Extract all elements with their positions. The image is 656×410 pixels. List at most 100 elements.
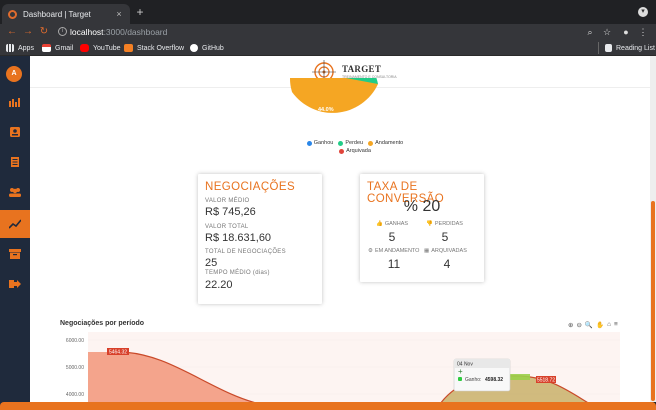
dashboard-content: TARGET TREINAMENTO E CONSULTORIA 20.0% 4… <box>30 56 650 402</box>
bookmark-label: Gmail <box>55 44 74 52</box>
window-menu-icon[interactable]: ▾ <box>638 7 648 17</box>
arquivadas-label-text: ARQUIVADAS <box>431 248 467 254</box>
bookmark-label: GitHub <box>202 44 224 52</box>
reading-list-label: Reading List <box>616 44 655 52</box>
tooltip-value: 4598.32 <box>485 377 503 383</box>
pie-label-andamento: 44.0% <box>318 107 334 113</box>
sidebar-item-trends[interactable] <box>0 210 30 238</box>
perdidas-label: 👎 PERDIDAS <box>426 221 463 227</box>
total-negociacoes-value: 25 <box>205 257 218 269</box>
bookmark-gmail[interactable]: Gmail <box>42 42 73 54</box>
pie-slice-andamento <box>292 78 378 113</box>
bookmark-stackoverflow[interactable]: Stack Overflow <box>124 42 184 54</box>
sidebar-item-users[interactable] <box>0 178 30 206</box>
sidebar-item-documents[interactable] <box>0 148 30 176</box>
bookmark-github[interactable]: GitHub <box>190 42 224 54</box>
avatar[interactable]: A <box>6 66 22 82</box>
negociacoes-title: NEGOCIAÇÕES <box>205 181 296 193</box>
pie-legend: Ganhou Perdeu Andamento Arquivada <box>290 140 420 156</box>
thumbs-down-icon: 👎 <box>426 221 433 227</box>
data-label-right: 5518.72 <box>537 378 555 384</box>
bookmark-label: Stack Overflow <box>137 44 185 52</box>
tooltip-series: Ganho: <box>465 377 481 383</box>
bottom-accent-bar <box>0 402 656 410</box>
apps-grid-icon <box>6 44 14 52</box>
pan-icon[interactable]: ✋ <box>596 321 604 329</box>
bookmark-apps[interactable]: Apps <box>6 42 34 54</box>
tab-title: Dashboard | Target <box>23 9 91 19</box>
new-tab-button[interactable]: + <box>134 5 146 19</box>
browser-menu-icon[interactable]: ⋮ <box>637 26 649 38</box>
app-sidebar: A <box>0 56 30 410</box>
url-host: localhost <box>70 27 104 37</box>
pie-label-perdeu: 20.0% <box>380 88 396 94</box>
ganhas-label: 👍 GANHAS <box>376 221 408 227</box>
chart-menu-icon[interactable]: ≡ <box>614 321 618 329</box>
cogs-icon: ⚙ <box>368 248 373 254</box>
sidebar-item-contacts[interactable] <box>0 118 30 146</box>
tempo-medio-label: TEMPO MÉDIO (dias) <box>205 270 270 276</box>
zoom-in-icon[interactable]: ⊕ <box>568 321 573 329</box>
browser-toolbar: ← → ↻ i localhost:3000/dashboard ⌕ ☆ ● ⋮ <box>0 24 656 40</box>
ganhas-label-text: GANHAS <box>384 221 409 227</box>
valor-total-value: R$ 18.631,60 <box>205 232 272 244</box>
sidebar-item-dashboard[interactable] <box>0 88 30 116</box>
pie-slice-andamento-edge <box>290 78 292 92</box>
ganhas-value: 5 <box>388 230 396 244</box>
valor-medio-value: R$ 745,26 <box>205 206 256 218</box>
legend-dot <box>306 140 312 146</box>
browser-tab[interactable]: Dashboard | Target × <box>2 4 130 24</box>
site-info-icon[interactable]: i <box>58 27 67 36</box>
reset-zoom-icon[interactable]: ⌂ <box>607 321 611 329</box>
legend-item-arquivada[interactable]: Arquivada <box>339 148 371 154</box>
target-favicon-icon <box>8 9 17 19</box>
bookmarks-bar: Apps Gmail YouTube Stack Overflow GitHub… <box>0 40 656 56</box>
y-tick-label: 4000.00 <box>66 392 84 398</box>
tab-close-icon[interactable]: × <box>114 9 124 19</box>
stackoverflow-icon <box>124 44 133 52</box>
sidebar-item-logout[interactable] <box>0 270 30 298</box>
gmail-icon <box>42 44 51 52</box>
logout-icon <box>9 280 21 288</box>
legend-label: Andamento <box>375 140 404 146</box>
reading-list[interactable]: Reading List <box>598 42 655 54</box>
zoom-out-icon[interactable]: ⊖ <box>576 321 581 329</box>
arquivadas-label: ▦ ARQUIVADAS <box>424 248 467 254</box>
perdidas-label-text: PERDIDAS <box>434 221 463 227</box>
sidebar-item-archive[interactable] <box>0 240 30 268</box>
search-icon[interactable]: ⌕ <box>584 26 596 38</box>
address-bar[interactable]: i localhost:3000/dashboard <box>56 25 526 39</box>
total-negociacoes-label: TOTAL DE NEGOCIAÇÕES <box>205 249 286 255</box>
legend-dot <box>368 140 374 146</box>
bookmark-label: YouTube <box>93 44 121 52</box>
page-scrollbar[interactable] <box>650 56 656 402</box>
users-icon <box>9 188 21 197</box>
legend-item-ganhou[interactable]: Ganhou <box>306 140 334 146</box>
bookmark-star-icon[interactable]: ☆ <box>601 26 613 38</box>
selection-zoom-icon[interactable]: 🔍 <box>585 321 593 329</box>
legend-label: Arquivada <box>346 148 371 154</box>
crosshair-icon: + <box>458 367 463 376</box>
legend-label: Perdeu <box>345 140 364 146</box>
data-label-andamento: 5464.32 <box>109 350 127 356</box>
period-area-chart: 6000.00 5000.00 4000.00 5464.32 5518.72 … <box>66 332 620 402</box>
tooltip-marker <box>458 377 462 381</box>
legend-item-perdeu[interactable]: Perdeu <box>338 140 363 146</box>
forward-icon[interactable]: → <box>22 26 34 38</box>
chart-bar-icon <box>9 98 20 107</box>
back-icon[interactable]: ← <box>6 26 18 38</box>
scrollbar-thumb[interactable] <box>651 201 655 401</box>
thumbs-up-icon: 👍 <box>376 221 383 227</box>
contacts-icon <box>10 127 20 137</box>
profile-icon[interactable]: ● <box>620 26 632 38</box>
legend-label: Ganhou <box>313 140 334 146</box>
negociacoes-card: NEGOCIAÇÕES VALOR MÉDIO R$ 745,26 VALOR … <box>198 174 322 304</box>
conversao-card: TAXA DE CONVERSÃO % 20 👍 GANHAS 5 👎 PERDID… <box>360 174 484 282</box>
youtube-icon <box>80 44 89 52</box>
url-path: :3000/dashboard <box>103 27 168 37</box>
legend-item-andamento[interactable]: Andamento <box>368 140 403 146</box>
reload-icon[interactable]: ↻ <box>38 26 50 38</box>
bookmark-youtube[interactable]: YouTube <box>80 42 121 54</box>
chart-toolbar: ⊕ ⊖ 🔍 ✋ ⌂ ≡ <box>568 321 618 329</box>
document-icon <box>11 157 19 167</box>
